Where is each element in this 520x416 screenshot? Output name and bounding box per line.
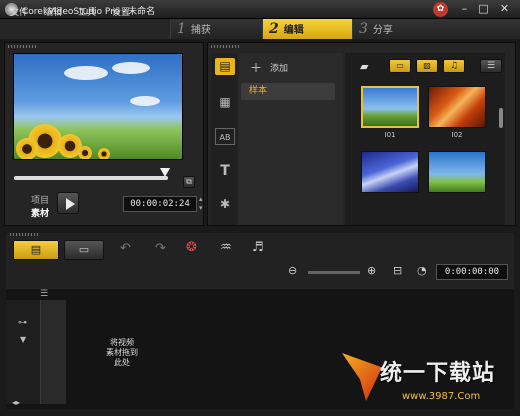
preview-timecode[interactable]: 00:00:02:24 xyxy=(123,196,197,212)
redo-icon[interactable]: ↷ xyxy=(155,241,166,256)
menu-settings[interactable]: 设置 xyxy=(112,5,130,18)
track-header xyxy=(6,300,40,404)
step-tab-edit[interactable]: 2 编辑 xyxy=(262,19,352,39)
watermark: 统一下载站 www.3987.Com xyxy=(340,353,520,416)
zoom-out-icon[interactable]: ⊖ xyxy=(288,264,297,277)
show-audio-icon[interactable]: ♫ xyxy=(443,59,465,73)
menu-edit[interactable]: 编辑 xyxy=(44,5,62,18)
media-thumbnail[interactable] xyxy=(361,151,419,193)
track-expand-icon[interactable]: ▼ xyxy=(20,335,26,344)
timecode-spinner-icon[interactable]: ▴ ▾ xyxy=(199,195,206,213)
step-label: 分享 xyxy=(372,25,393,36)
zoom-slider[interactable] xyxy=(308,271,360,274)
undo-icon[interactable]: ↶ xyxy=(120,241,131,256)
preview-window xyxy=(13,53,183,160)
show-video-icon[interactable]: ▭ xyxy=(389,59,411,73)
library-media-grid xyxy=(345,53,505,225)
list-view-icon[interactable]: ☰ xyxy=(480,59,502,73)
thumbnail-label: I01 xyxy=(384,131,396,139)
close-button[interactable]: ✕ xyxy=(496,2,513,16)
sunflower xyxy=(16,138,38,159)
menu-tools[interactable]: 工具 xyxy=(78,5,96,18)
menu-file[interactable]: 文件 xyxy=(10,5,28,18)
record-capture-icon[interactable]: ❂ xyxy=(186,240,197,255)
auto-music-icon[interactable]: ♬ xyxy=(252,240,264,255)
watermark-brand: 统一下载站 xyxy=(380,361,496,386)
step-tab-capture[interactable]: 1 捕获 xyxy=(170,19,262,39)
media-thumbnail[interactable] xyxy=(428,151,486,193)
step-number: 3 xyxy=(359,21,368,37)
drop-hint-text: 将视频 素材拖到 此处 xyxy=(106,338,138,367)
storyboard-view-icon[interactable]: ▤ xyxy=(13,240,59,260)
filter-fx-icon[interactable]: ✱ xyxy=(215,196,235,213)
show-photo-icon[interactable]: ▨ xyxy=(416,59,438,73)
transition-icon[interactable]: AB xyxy=(215,128,235,145)
library-scrollbar[interactable] xyxy=(499,108,503,128)
zoom-in-icon[interactable]: ⊕ xyxy=(367,264,376,277)
enlarge-preview-icon[interactable]: ⧉ xyxy=(183,176,195,188)
clip-mode-label[interactable]: 素材 xyxy=(31,206,49,219)
cloud xyxy=(64,66,108,80)
maximize-button[interactable]: □ xyxy=(475,2,492,16)
timeline-nav-icon[interactable]: ◂▸ xyxy=(12,398,20,407)
media-library-icon[interactable]: ▤ xyxy=(215,58,235,75)
sunflower xyxy=(98,148,110,159)
cloud xyxy=(130,96,160,106)
sunflower xyxy=(78,146,92,159)
scrubber-track[interactable] xyxy=(14,176,168,180)
thumbnail-label: I02 xyxy=(451,131,463,139)
play-button[interactable] xyxy=(57,192,79,214)
add-folder-icon[interactable]: ＋ xyxy=(250,59,262,76)
scrubber-handle[interactable] xyxy=(160,168,170,177)
media-thumbnail[interactable] xyxy=(428,86,486,128)
project-mode-label[interactable]: 项目 xyxy=(31,193,49,206)
timeline-view-icon[interactable]: ▭ xyxy=(64,240,104,260)
library-folder-list xyxy=(239,53,343,225)
clock-icon: ◔ xyxy=(417,264,427,277)
add-folder-label[interactable]: 添加 xyxy=(270,61,288,74)
panel-grip[interactable] xyxy=(211,45,241,48)
library-folder-sample[interactable]: 样本 xyxy=(241,83,335,100)
folder-icon[interactable]: ▰ xyxy=(360,60,368,73)
storyboard-track[interactable] xyxy=(40,300,66,404)
minimize-button[interactable]: – xyxy=(456,2,473,16)
cloud xyxy=(112,62,150,74)
panel-grip[interactable] xyxy=(10,233,40,236)
watermark-url: www.3987.Com xyxy=(402,391,481,402)
watermark-logo-icon xyxy=(342,353,382,401)
step-label: 编辑 xyxy=(283,25,304,36)
track-manager-icon[interactable]: ☰ xyxy=(40,289,48,299)
media-thumbnail[interactable] xyxy=(361,86,419,128)
video-track-icon[interactable]: ⊶ xyxy=(18,318,27,328)
step-number: 1 xyxy=(177,21,186,37)
timeline-duration: 0:00:00:00 xyxy=(436,264,508,280)
title-icon[interactable]: T xyxy=(215,163,235,180)
corel-guide-icon[interactable]: ✿ xyxy=(433,2,448,17)
sound-mixer-icon[interactable]: ♒ xyxy=(220,240,232,255)
step-label: 捕获 xyxy=(190,25,211,36)
instant-project-icon[interactable]: ▦ xyxy=(215,94,235,111)
step-tab-share[interactable]: 3 分享 xyxy=(352,19,520,39)
fit-project-icon[interactable]: ⊟ xyxy=(393,264,402,277)
panel-grip[interactable] xyxy=(8,45,38,48)
step-number: 2 xyxy=(269,21,279,37)
